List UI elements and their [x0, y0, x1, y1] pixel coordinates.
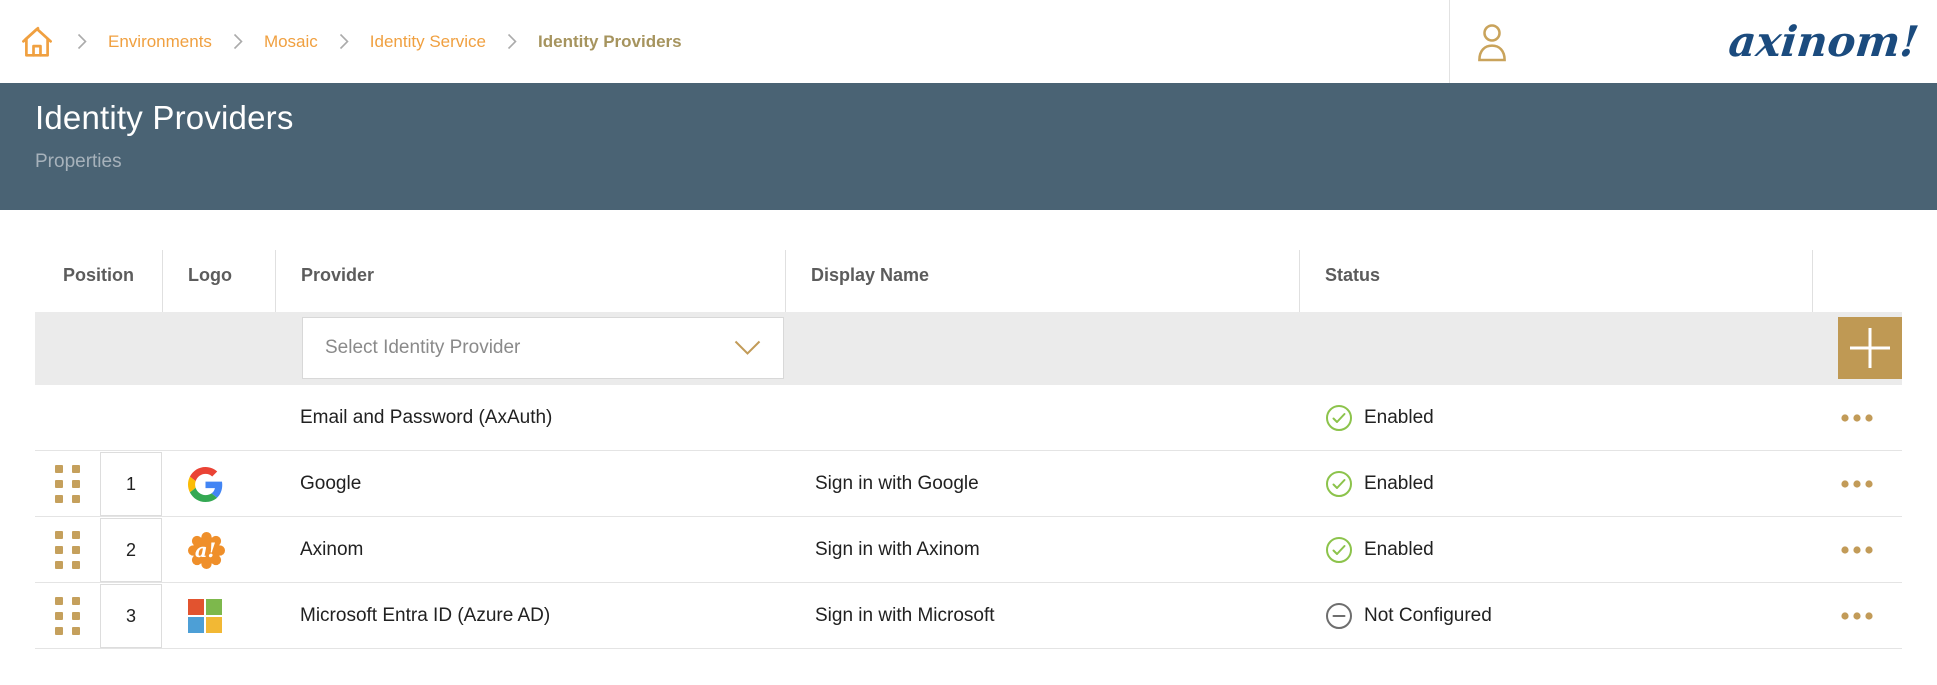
svg-text:a!: a! — [195, 539, 216, 562]
add-identity-provider-button[interactable] — [1838, 317, 1902, 379]
ellipsis-icon — [1840, 545, 1874, 555]
page-subtitle: Properties — [35, 151, 1937, 173]
breadcrumb-item-mosaic[interactable]: Mosaic — [264, 32, 318, 52]
table-row-axinom: 2 a! Axinom Sign in with Axinom — [35, 517, 1902, 583]
status-enabled-icon — [1325, 404, 1353, 432]
position-input[interactable]: 3 — [100, 584, 162, 648]
column-header-provider: Provider — [275, 210, 785, 312]
drag-handle[interactable] — [55, 597, 80, 635]
chevron-down-icon — [734, 340, 761, 356]
status-enabled-icon — [1325, 536, 1353, 564]
provider-name: Microsoft Entra ID (Azure AD) — [275, 605, 785, 627]
home-icon[interactable] — [18, 23, 56, 61]
plus-icon — [1847, 325, 1893, 371]
table-header-row: Position Logo Provider Display Name Stat… — [35, 210, 1902, 312]
status-not-configured-icon — [1325, 602, 1353, 630]
provider-name: Email and Password (AxAuth) — [275, 407, 785, 429]
identity-provider-select[interactable]: Select Identity Provider — [302, 317, 784, 379]
column-header-actions — [1812, 210, 1902, 312]
status-label: Enabled — [1364, 407, 1434, 429]
status-label: Enabled — [1364, 473, 1434, 495]
column-header-status: Status — [1299, 210, 1812, 312]
page-header: Identity Providers Properties — [0, 83, 1937, 210]
microsoft-logo-icon — [188, 599, 222, 633]
top-bar-right: axinom! — [1449, 0, 1937, 83]
row-menu-button[interactable] — [1836, 473, 1878, 495]
column-header-logo: Logo — [162, 210, 275, 312]
breadcrumb-chevron-icon — [339, 33, 349, 50]
status-badge: Not Configured — [1299, 602, 1812, 630]
google-logo-icon — [188, 467, 223, 502]
table-row-google: 1 Google Sign in with Google En — [35, 451, 1902, 517]
status-label: Enabled — [1364, 539, 1434, 561]
top-bar: Environments Mosaic Identity Service Ide… — [0, 0, 1937, 83]
identity-providers-page: Environments Mosaic Identity Service Ide… — [0, 0, 1937, 685]
status-label: Not Configured — [1364, 605, 1492, 627]
row-menu-button[interactable] — [1836, 407, 1878, 429]
ellipsis-icon — [1840, 413, 1874, 423]
row-menu-button[interactable] — [1836, 539, 1878, 561]
breadcrumb: Environments Mosaic Identity Service Ide… — [0, 0, 1449, 83]
provider-name: Google — [275, 473, 785, 495]
column-header-position: Position — [35, 210, 162, 312]
breadcrumb-item-identity-service[interactable]: Identity Service — [370, 32, 486, 52]
ellipsis-icon — [1840, 611, 1874, 621]
status-badge: Enabled — [1299, 470, 1812, 498]
display-name: Sign in with Microsoft — [785, 605, 1299, 627]
breadcrumb-item-environments[interactable]: Environments — [108, 32, 212, 52]
table-row-microsoft: 3 Microsoft Entra ID (Azure AD) Sign in … — [35, 583, 1902, 649]
status-badge: Enabled — [1299, 404, 1812, 432]
identity-providers-table: Position Logo Provider Display Name Stat… — [0, 210, 1937, 649]
position-input[interactable]: 2 — [100, 518, 162, 582]
user-icon[interactable] — [1474, 21, 1510, 63]
status-enabled-icon — [1325, 470, 1353, 498]
table-row-axauth: Email and Password (AxAuth) Enabled — [35, 385, 1902, 451]
page-title: Identity Providers — [35, 99, 1937, 137]
row-menu-button[interactable] — [1836, 605, 1878, 627]
breadcrumb-chevron-icon — [507, 33, 517, 50]
breadcrumb-chevron-icon — [77, 33, 87, 50]
column-header-display-name: Display Name — [785, 210, 1299, 312]
axinom-badge-icon: a! — [188, 532, 225, 569]
ellipsis-icon — [1840, 479, 1874, 489]
drag-handle[interactable] — [55, 465, 80, 503]
display-name: Sign in with Axinom — [785, 539, 1299, 561]
position-input[interactable]: 1 — [100, 452, 162, 516]
breadcrumb-item-identity-providers-current: Identity Providers — [538, 32, 682, 52]
axinom-logo: axinom! — [1727, 17, 1922, 66]
quick-add-row: Select Identity Provider — [35, 312, 1902, 385]
drag-handle[interactable] — [55, 531, 80, 569]
display-name: Sign in with Google — [785, 473, 1299, 495]
status-badge: Enabled — [1299, 536, 1812, 564]
select-placeholder: Select Identity Provider — [325, 337, 734, 359]
breadcrumb-chevron-icon — [233, 33, 243, 50]
provider-name: Axinom — [275, 539, 785, 561]
